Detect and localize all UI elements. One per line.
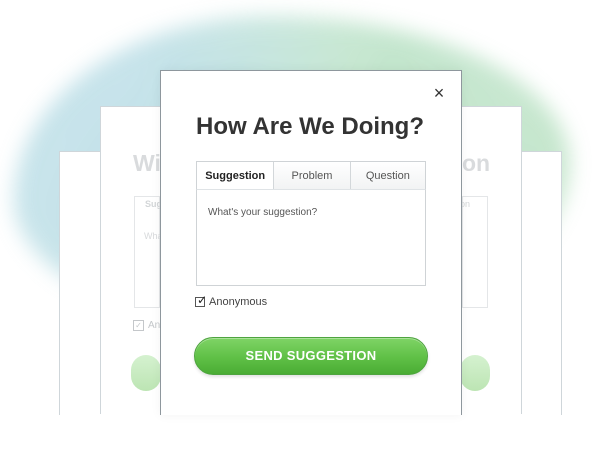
background-title-fragment-left: Wi <box>133 150 161 176</box>
background-textarea-fragment-left <box>134 196 160 308</box>
background-checkbox-fragment: ✓ An <box>133 320 160 331</box>
background-checkbox-label-fragment: An <box>148 320 161 331</box>
anonymous-checkbox[interactable]: ✓ <box>195 293 208 307</box>
close-icon: × <box>433 83 445 103</box>
suggestion-input[interactable] <box>196 189 426 286</box>
background-title-fragment-right: on <box>462 150 491 176</box>
tab-suggestion[interactable]: Suggestion <box>197 162 274 189</box>
checkmark-icon: ✓ <box>197 293 208 307</box>
anonymous-checkbox-label: Anonymous <box>209 296 268 308</box>
background-checkbox-icon: ✓ <box>133 320 144 331</box>
tab-problem[interactable]: Problem <box>273 162 350 189</box>
dialog-title: How Are We Doing? <box>196 113 424 140</box>
anonymous-checkbox-row[interactable]: ✓ Anonymous <box>195 293 268 308</box>
send-suggestion-button[interactable]: SEND SUGGESTION <box>194 337 428 375</box>
tab-question[interactable]: Question <box>349 162 425 189</box>
close-button[interactable]: × <box>431 83 447 103</box>
feedback-tabs: Suggestion Problem Question <box>196 161 426 189</box>
background-button-fragment-left <box>131 355 161 391</box>
feedback-dialog: × How Are We Doing? Suggestion Problem Q… <box>160 70 462 415</box>
background-button-fragment-right <box>460 355 490 391</box>
background-textarea-fragment-right <box>462 196 488 308</box>
